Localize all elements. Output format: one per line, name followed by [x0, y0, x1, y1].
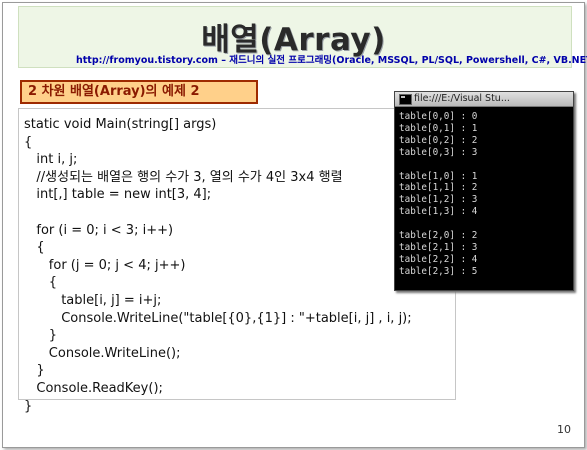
- code-line: static void Main(string[] args): [24, 117, 217, 132]
- code-line: Console.WriteLine();: [24, 345, 181, 361]
- blog-url[interactable]: http://fromyou.tistory.com: [76, 55, 218, 66]
- blog-description: 재드니의 실전 프로그래밍(Oracle, MSSQL, PL/SQL, Pow…: [229, 55, 587, 66]
- code-line: table[i, j] = i+j;: [24, 292, 162, 308]
- console-line: table[0,3] : 3: [399, 146, 478, 158]
- console-output: table[0,0] : 0 table[0,1] : 1 table[0,2] :…: [395, 108, 573, 290]
- console-line: table[2,0] : 2: [399, 230, 478, 241]
- console-line: table[1,1] : 2: [399, 182, 478, 194]
- code-line: for (j = 0; j < 4; j++): [24, 257, 186, 273]
- code-line: int[,] table = new int[3, 4];: [24, 187, 212, 203]
- console-line: table[0,1] : 1: [399, 122, 478, 134]
- blog-url-line: http://fromyou.tistory.com – 재드니의 실전 프로그…: [76, 52, 587, 66]
- code-line: }: [24, 398, 33, 414]
- console-line: table[1,2] : 3: [399, 194, 478, 206]
- code-listing: static void Main(string[] args) { int i, …: [24, 116, 412, 415]
- code-line: {: [24, 275, 58, 291]
- console-window: file:///E:/Visual Stu... table[0,0] : 0t…: [394, 91, 574, 291]
- code-line: {: [24, 240, 45, 256]
- console-line: table[1,0] : 1: [399, 170, 478, 182]
- console-titlebar[interactable]: file:///E:/Visual Stu...: [395, 92, 573, 107]
- console-app-icon: [399, 94, 412, 105]
- code-line: //생성되는 배열은 행의 수가 3, 열의 수가 4인 3x4 행렬: [24, 169, 343, 185]
- console-line: table[0,0] : 0: [399, 111, 478, 122]
- console-line: table[2,1] : 3: [399, 241, 478, 253]
- code-line: }: [24, 363, 45, 379]
- code-line: {: [24, 134, 33, 150]
- console-line: table[2,3] : 5: [399, 265, 478, 277]
- code-line: int i, j;: [24, 152, 78, 168]
- example-subtitle: 2 차원 배열(Array)의 예제 2: [20, 80, 258, 104]
- url-separator: –: [221, 55, 226, 66]
- console-line: table[1,3] : 4: [399, 206, 478, 218]
- code-line: }: [24, 328, 58, 344]
- code-line: for (i = 0; i < 3; i++): [24, 222, 174, 238]
- console-line: table[0,2] : 2: [399, 134, 478, 146]
- console-title: file:///E:/Visual Stu...: [414, 93, 510, 104]
- code-line: Console.ReadKey();: [24, 380, 163, 396]
- code-line: Console.WriteLine("table[{0},{1}] : "+ta…: [24, 310, 412, 326]
- page-number: 10: [557, 423, 571, 436]
- console-line: table[2,2] : 4: [399, 253, 478, 265]
